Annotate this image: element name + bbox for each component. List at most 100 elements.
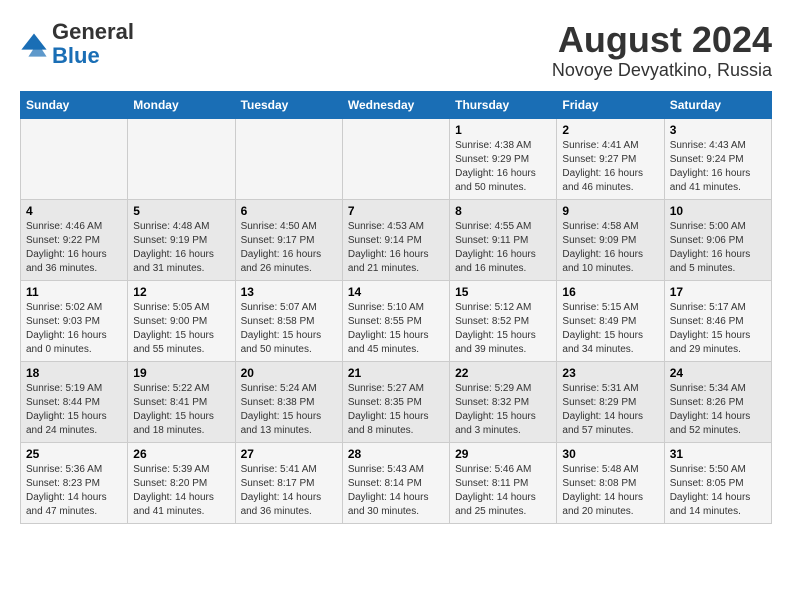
calendar-cell: 31 Sunrise: 5:50 AM Sunset: 8:05 PM Dayli… — [664, 442, 771, 523]
day-info: Sunrise: 5:02 AM Sunset: 9:03 PM Dayligh… — [26, 301, 122, 357]
calendar-cell: 6 Sunrise: 4:50 AM Sunset: 9:17 PM Daylig… — [235, 199, 342, 280]
calendar-cell: 4 Sunrise: 4:46 AM Sunset: 9:22 PM Daylig… — [21, 199, 128, 280]
calendar-cell: 25Sunrise: 5:36 AM Sunset: 8:23 PM Dayli… — [21, 442, 128, 523]
day-info: Sunrise: 4:46 AM Sunset: 9:22 PM Dayligh… — [26, 220, 122, 276]
day-number: 26 — [133, 447, 229, 461]
logo-general: General — [52, 19, 134, 44]
calendar-cell: 10Sunrise: 5:00 AM Sunset: 9:06 PM Dayli… — [664, 199, 771, 280]
day-number: 17 — [670, 285, 766, 299]
day-number: 13 — [241, 285, 337, 299]
day-info: Sunrise: 4:58 AM Sunset: 9:09 PM Dayligh… — [562, 220, 658, 276]
calendar-cell: 12 Sunrise: 5:05 AM Sunset: 9:00 PM Dayli… — [128, 280, 235, 361]
calendar-cell — [235, 118, 342, 199]
calendar-cell: 30 Sunrise: 5:48 AM Sunset: 8:08 PM Dayli… — [557, 442, 664, 523]
calendar-table: SundayMondayTuesdayWednesdayThursdayFrid… — [20, 91, 772, 524]
day-number: 24 — [670, 366, 766, 380]
day-number: 15 — [455, 285, 551, 299]
calendar-cell — [128, 118, 235, 199]
calendar-cell: 23 Sunrise: 5:31 AM Sunset: 8:29 PM Dayli… — [557, 361, 664, 442]
day-info: Sunrise: 5:05 AM Sunset: 9:00 PM Dayligh… — [133, 301, 229, 357]
day-number: 18 — [26, 366, 122, 380]
calendar-cell: 15 Sunrise: 5:12 AM Sunset: 8:52 PM Dayli… — [450, 280, 557, 361]
day-number: 10 — [670, 204, 766, 218]
calendar-cell: 16 Sunrise: 5:15 AM Sunset: 8:49 PM Dayli… — [557, 280, 664, 361]
calendar-week-5: 25Sunrise: 5:36 AM Sunset: 8:23 PM Dayli… — [21, 442, 772, 523]
calendar-cell: 24 Sunrise: 5:34 AM Sunset: 8:26 PM Dayli… — [664, 361, 771, 442]
location-title: Novoye Devyatkino, Russia — [552, 60, 772, 81]
day-info: Sunrise: 5:07 AM Sunset: 8:58 PM Dayligh… — [241, 301, 337, 357]
calendar-week-2: 4 Sunrise: 4:46 AM Sunset: 9:22 PM Daylig… — [21, 199, 772, 280]
day-info: Sunrise: 5:24 AM Sunset: 8:38 PM Dayligh… — [241, 382, 337, 438]
calendar-cell: 17 Sunrise: 5:17 AM Sunset: 8:46 PM Dayli… — [664, 280, 771, 361]
logo: General Blue — [20, 20, 134, 68]
day-info: Sunrise: 5:43 AM Sunset: 8:14 PM Dayligh… — [348, 463, 444, 519]
day-info: Sunrise: 4:55 AM Sunset: 9:11 PM Dayligh… — [455, 220, 551, 276]
day-info: Sunrise: 5:29 AM Sunset: 8:32 PM Dayligh… — [455, 382, 551, 438]
calendar-cell: 3Sunrise: 4:43 AM Sunset: 9:24 PM Daylig… — [664, 118, 771, 199]
day-info: Sunrise: 5:27 AM Sunset: 8:35 PM Dayligh… — [348, 382, 444, 438]
calendar-cell: 27 Sunrise: 5:41 AM Sunset: 8:17 PM Dayli… — [235, 442, 342, 523]
calendar-cell: 19Sunrise: 5:22 AM Sunset: 8:41 PM Dayli… — [128, 361, 235, 442]
day-info: Sunrise: 5:15 AM Sunset: 8:49 PM Dayligh… — [562, 301, 658, 357]
day-info: Sunrise: 5:48 AM Sunset: 8:08 PM Dayligh… — [562, 463, 658, 519]
day-info: Sunrise: 5:17 AM Sunset: 8:46 PM Dayligh… — [670, 301, 766, 357]
weekday-header-monday: Monday — [128, 91, 235, 118]
day-number: 27 — [241, 447, 337, 461]
day-number: 21 — [348, 366, 444, 380]
weekday-header-saturday: Saturday — [664, 91, 771, 118]
day-info: Sunrise: 5:39 AM Sunset: 8:20 PM Dayligh… — [133, 463, 229, 519]
day-number: 31 — [670, 447, 766, 461]
calendar-cell: 1 Sunrise: 4:38 AM Sunset: 9:29 PM Daylig… — [450, 118, 557, 199]
day-number: 28 — [348, 447, 444, 461]
day-number: 5 — [133, 204, 229, 218]
calendar-cell: 14Sunrise: 5:10 AM Sunset: 8:55 PM Dayli… — [342, 280, 449, 361]
calendar-cell — [342, 118, 449, 199]
day-info: Sunrise: 5:12 AM Sunset: 8:52 PM Dayligh… — [455, 301, 551, 357]
day-info: Sunrise: 5:31 AM Sunset: 8:29 PM Dayligh… — [562, 382, 658, 438]
day-number: 3 — [670, 123, 766, 137]
calendar-cell: 20 Sunrise: 5:24 AM Sunset: 8:38 PM Dayli… — [235, 361, 342, 442]
calendar-cell: 28 Sunrise: 5:43 AM Sunset: 8:14 PM Dayli… — [342, 442, 449, 523]
month-year-title: August 2024 — [552, 20, 772, 60]
day-number: 9 — [562, 204, 658, 218]
calendar-week-4: 18Sunrise: 5:19 AM Sunset: 8:44 PM Dayli… — [21, 361, 772, 442]
day-info: Sunrise: 4:38 AM Sunset: 9:29 PM Dayligh… — [455, 139, 551, 195]
page-header: General Blue August 2024 Novoye Devyatki… — [20, 20, 772, 81]
calendar-cell: 11Sunrise: 5:02 AM Sunset: 9:03 PM Dayli… — [21, 280, 128, 361]
day-info: Sunrise: 4:53 AM Sunset: 9:14 PM Dayligh… — [348, 220, 444, 276]
day-number: 4 — [26, 204, 122, 218]
day-number: 23 — [562, 366, 658, 380]
weekday-header-thursday: Thursday — [450, 91, 557, 118]
calendar-cell: 29Sunrise: 5:46 AM Sunset: 8:11 PM Dayli… — [450, 442, 557, 523]
calendar-cell: 9 Sunrise: 4:58 AM Sunset: 9:09 PM Daylig… — [557, 199, 664, 280]
calendar-cell: 7Sunrise: 4:53 AM Sunset: 9:14 PM Daylig… — [342, 199, 449, 280]
day-info: Sunrise: 4:41 AM Sunset: 9:27 PM Dayligh… — [562, 139, 658, 195]
day-number: 25 — [26, 447, 122, 461]
calendar-week-3: 11Sunrise: 5:02 AM Sunset: 9:03 PM Dayli… — [21, 280, 772, 361]
day-number: 6 — [241, 204, 337, 218]
day-info: Sunrise: 4:48 AM Sunset: 9:19 PM Dayligh… — [133, 220, 229, 276]
day-number: 8 — [455, 204, 551, 218]
day-number: 20 — [241, 366, 337, 380]
calendar-cell: 22Sunrise: 5:29 AM Sunset: 8:32 PM Dayli… — [450, 361, 557, 442]
calendar-cell: 18Sunrise: 5:19 AM Sunset: 8:44 PM Dayli… — [21, 361, 128, 442]
calendar-cell: 21 Sunrise: 5:27 AM Sunset: 8:35 PM Dayli… — [342, 361, 449, 442]
day-info: Sunrise: 5:41 AM Sunset: 8:17 PM Dayligh… — [241, 463, 337, 519]
title-block: August 2024 Novoye Devyatkino, Russia — [552, 20, 772, 81]
day-info: Sunrise: 5:34 AM Sunset: 8:26 PM Dayligh… — [670, 382, 766, 438]
day-number: 12 — [133, 285, 229, 299]
logo-blue: Blue — [52, 43, 100, 68]
weekday-header-wednesday: Wednesday — [342, 91, 449, 118]
day-number: 29 — [455, 447, 551, 461]
day-info: Sunrise: 5:50 AM Sunset: 8:05 PM Dayligh… — [670, 463, 766, 519]
day-info: Sunrise: 4:50 AM Sunset: 9:17 PM Dayligh… — [241, 220, 337, 276]
weekday-header-tuesday: Tuesday — [235, 91, 342, 118]
day-number: 1 — [455, 123, 551, 137]
weekday-header-friday: Friday — [557, 91, 664, 118]
day-number: 19 — [133, 366, 229, 380]
calendar-cell: 8 Sunrise: 4:55 AM Sunset: 9:11 PM Daylig… — [450, 199, 557, 280]
day-info: Sunrise: 5:10 AM Sunset: 8:55 PM Dayligh… — [348, 301, 444, 357]
calendar-cell: 26 Sunrise: 5:39 AM Sunset: 8:20 PM Dayli… — [128, 442, 235, 523]
day-number: 30 — [562, 447, 658, 461]
day-number: 16 — [562, 285, 658, 299]
